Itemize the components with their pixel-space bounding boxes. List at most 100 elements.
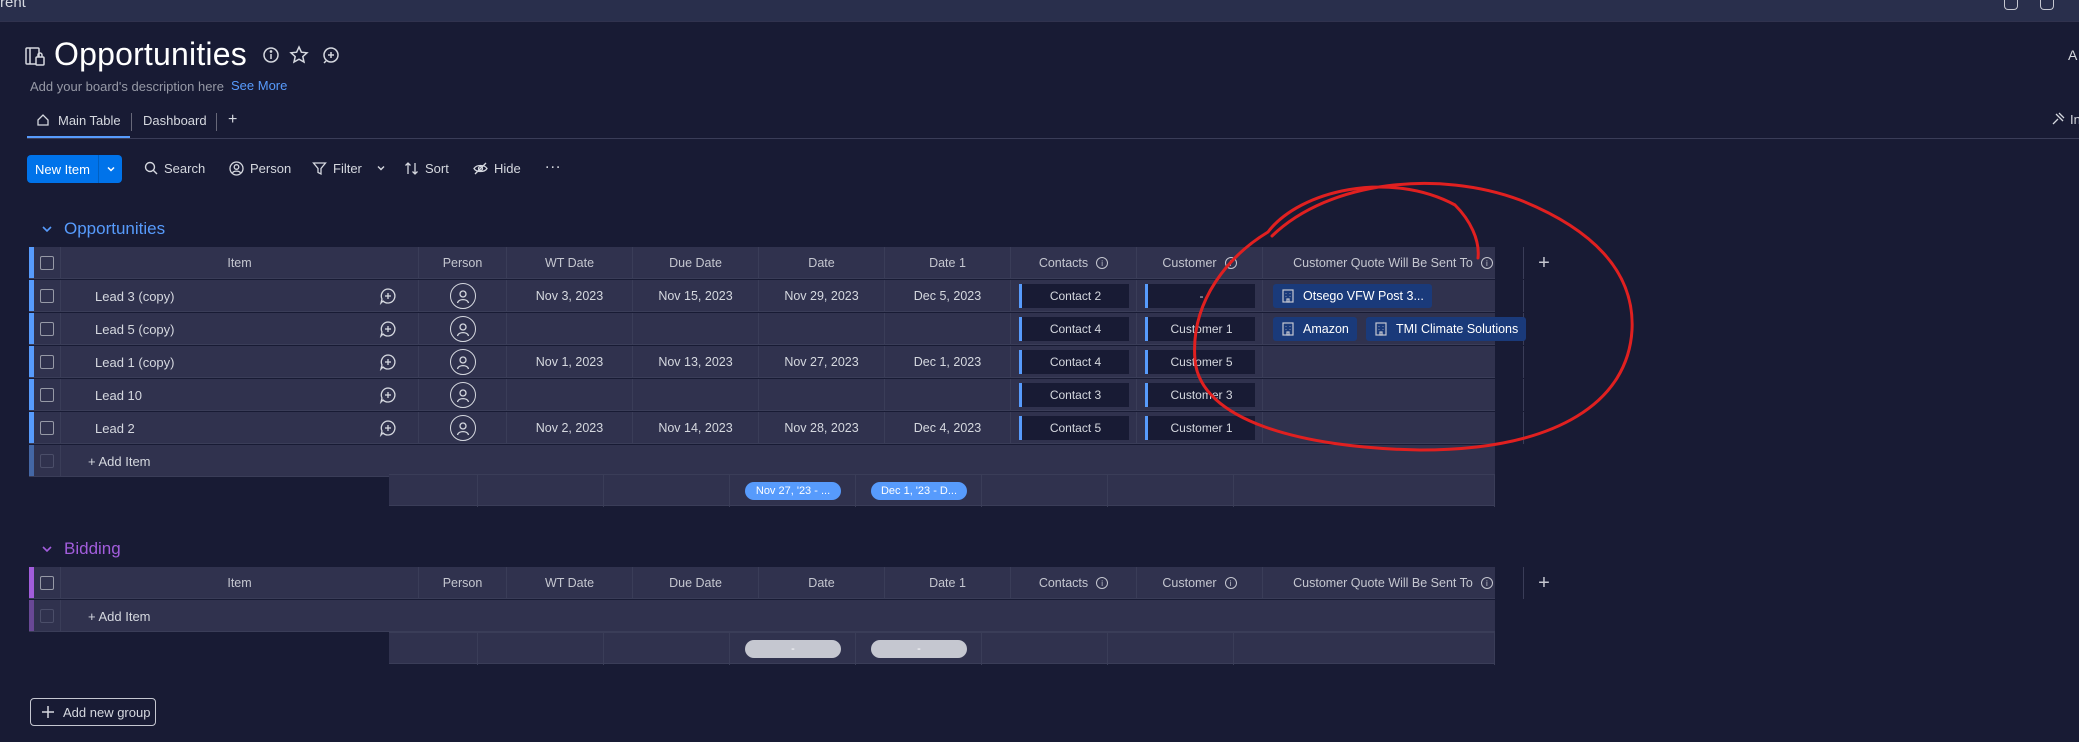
add-item-input[interactable]: + Add Item bbox=[88, 600, 151, 632]
add-update-icon[interactable] bbox=[379, 386, 397, 404]
wt-date-cell[interactable] bbox=[507, 379, 633, 411]
info-icon[interactable]: i bbox=[1480, 257, 1493, 269]
info-icon[interactable]: i bbox=[1224, 577, 1237, 589]
add-update-icon[interactable] bbox=[379, 419, 397, 437]
group-title-bidding[interactable]: Bidding bbox=[64, 539, 121, 559]
date-range-pill[interactable]: Nov 27, '23 - ... bbox=[745, 482, 841, 500]
add-column-button[interactable]: + bbox=[1524, 247, 1564, 279]
due-date-cell[interactable]: Nov 13, 2023 bbox=[633, 346, 759, 378]
due-date-cell[interactable]: Nov 14, 2023 bbox=[633, 412, 759, 444]
item-cell[interactable]: Lead 2 bbox=[61, 412, 419, 444]
column-header-date[interactable]: Date bbox=[759, 247, 885, 279]
date-1-cell[interactable] bbox=[885, 313, 1011, 345]
see-more-link[interactable]: See More bbox=[231, 78, 287, 93]
integrations-icon[interactable] bbox=[2050, 111, 2066, 127]
date-1-cell[interactable]: Dec 4, 2023 bbox=[885, 412, 1011, 444]
info-icon[interactable]: i bbox=[1224, 257, 1237, 269]
item-name[interactable]: Lead 1 (copy) bbox=[95, 346, 175, 378]
item-cell[interactable]: Lead 1 (copy) bbox=[61, 346, 419, 378]
person-filter-button[interactable]: Person bbox=[229, 156, 291, 180]
info-icon[interactable] bbox=[261, 45, 281, 65]
row-select-cell[interactable] bbox=[34, 346, 61, 378]
date-1-cell[interactable]: Dec 5, 2023 bbox=[885, 280, 1011, 312]
contact-chip[interactable]: Contact 4 bbox=[1019, 317, 1129, 341]
date-range-pill[interactable]: - bbox=[745, 640, 841, 658]
column-header-contacts[interactable]: Contacts i bbox=[1011, 247, 1137, 279]
wt-date-cell[interactable] bbox=[507, 313, 633, 345]
tab-main-table[interactable]: Main Table bbox=[36, 104, 121, 136]
customer-quote-cell[interactable] bbox=[1263, 412, 1524, 444]
customer-cell[interactable]: Customer 1 bbox=[1137, 313, 1263, 345]
summary-date-1-cell[interactable]: - bbox=[856, 633, 982, 665]
add-view-button[interactable]: + bbox=[228, 104, 237, 136]
date-cell[interactable]: Nov 27, 2023 bbox=[759, 346, 885, 378]
table-row[interactable]: Lead 2 Nov 2, 2023 Nov 14, 2023 Nov 28, … bbox=[29, 412, 1524, 444]
wt-date-cell[interactable]: Nov 2, 2023 bbox=[507, 412, 633, 444]
column-header-due-date[interactable]: Due Date bbox=[633, 247, 759, 279]
person-cell[interactable] bbox=[419, 280, 507, 312]
info-icon[interactable]: i bbox=[1096, 257, 1109, 269]
summary-date-cell[interactable]: - bbox=[730, 633, 856, 665]
row-checkbox[interactable] bbox=[40, 355, 54, 369]
chevron-down-icon[interactable] bbox=[41, 223, 53, 235]
person-cell[interactable] bbox=[419, 346, 507, 378]
person-cell[interactable] bbox=[419, 379, 507, 411]
item-name[interactable]: Lead 5 (copy) bbox=[95, 313, 175, 345]
column-header-item[interactable]: Item bbox=[61, 567, 419, 599]
date-cell[interactable]: Nov 28, 2023 bbox=[759, 412, 885, 444]
add-new-group-button[interactable]: Add new group bbox=[30, 698, 156, 726]
row-checkbox[interactable] bbox=[40, 289, 54, 303]
column-header-customer[interactable]: Customer i bbox=[1137, 567, 1263, 599]
customer-chip[interactable]: - bbox=[1145, 284, 1255, 308]
person-cell[interactable] bbox=[419, 412, 507, 444]
new-item-dropdown[interactable] bbox=[99, 155, 122, 183]
date-cell[interactable] bbox=[759, 313, 885, 345]
row-checkbox[interactable] bbox=[40, 421, 54, 435]
customer-chip[interactable]: Customer 3 bbox=[1145, 383, 1255, 407]
contacts-cell[interactable]: Contact 5 bbox=[1011, 412, 1137, 444]
avatar[interactable] bbox=[449, 283, 476, 309]
customer-quote-cell[interactable]: Amazon TMI Climate Solutions bbox=[1263, 313, 1527, 345]
contact-chip[interactable]: Contact 3 bbox=[1019, 383, 1129, 407]
board-description[interactable]: Add your board's description here bbox=[30, 79, 224, 94]
column-header-customer-quote[interactable]: Customer Quote Will Be Sent To i bbox=[1263, 567, 1524, 599]
add-item-input[interactable]: + Add Item bbox=[88, 445, 151, 477]
column-header-customer-quote[interactable]: Customer Quote Will Be Sent To i bbox=[1263, 247, 1524, 279]
date-1-cell[interactable] bbox=[885, 379, 1011, 411]
sort-button[interactable]: Sort bbox=[404, 156, 449, 180]
customer-quote-cell[interactable]: Otsego VFW Post 3... bbox=[1263, 280, 1524, 312]
quote-recipient-chip[interactable]: Amazon bbox=[1273, 317, 1357, 341]
inbox-icon[interactable] bbox=[2040, 0, 2054, 10]
add-update-icon[interactable] bbox=[379, 353, 397, 371]
avatar[interactable] bbox=[449, 382, 476, 408]
chevron-down-icon[interactable] bbox=[41, 543, 53, 555]
table-row[interactable]: Lead 10 Contact 3 Customer 3 bbox=[29, 379, 1524, 411]
column-header-item[interactable]: Item bbox=[61, 247, 419, 279]
column-header-wt-date[interactable]: WT Date bbox=[507, 247, 633, 279]
contacts-cell[interactable]: Contact 3 bbox=[1011, 379, 1137, 411]
tab-dashboard[interactable]: Dashboard bbox=[143, 104, 207, 136]
row-select-cell[interactable] bbox=[34, 313, 61, 345]
add-column-button[interactable]: + bbox=[1524, 567, 1564, 599]
table-row[interactable]: Lead 5 (copy) Contact 4 Customer 1 Amazo… bbox=[29, 313, 1527, 345]
column-header-due-date[interactable]: Due Date bbox=[633, 567, 759, 599]
customer-quote-cell[interactable] bbox=[1263, 346, 1524, 378]
select-all-checkbox[interactable] bbox=[40, 256, 54, 270]
item-name[interactable]: Lead 3 (copy) bbox=[95, 280, 175, 312]
date-cell[interactable] bbox=[759, 379, 885, 411]
column-header-contacts[interactable]: Contacts i bbox=[1011, 567, 1137, 599]
customer-cell[interactable]: - bbox=[1137, 280, 1263, 312]
customer-chip[interactable]: Customer 1 bbox=[1145, 416, 1255, 440]
customer-cell[interactable]: Customer 1 bbox=[1137, 412, 1263, 444]
date-cell[interactable]: Nov 29, 2023 bbox=[759, 280, 885, 312]
wt-date-cell[interactable]: Nov 3, 2023 bbox=[507, 280, 633, 312]
column-header-customer[interactable]: Customer i bbox=[1137, 247, 1263, 279]
right-edge-text[interactable]: A bbox=[2068, 47, 2077, 63]
add-update-icon[interactable] bbox=[379, 320, 397, 338]
filter-button[interactable]: Filter bbox=[312, 156, 386, 180]
column-header-date[interactable]: Date bbox=[759, 567, 885, 599]
more-options-button[interactable]: ... bbox=[545, 152, 561, 176]
contacts-cell[interactable]: Contact 4 bbox=[1011, 346, 1137, 378]
item-name[interactable]: Lead 10 bbox=[95, 379, 142, 411]
star-icon[interactable] bbox=[289, 45, 309, 65]
